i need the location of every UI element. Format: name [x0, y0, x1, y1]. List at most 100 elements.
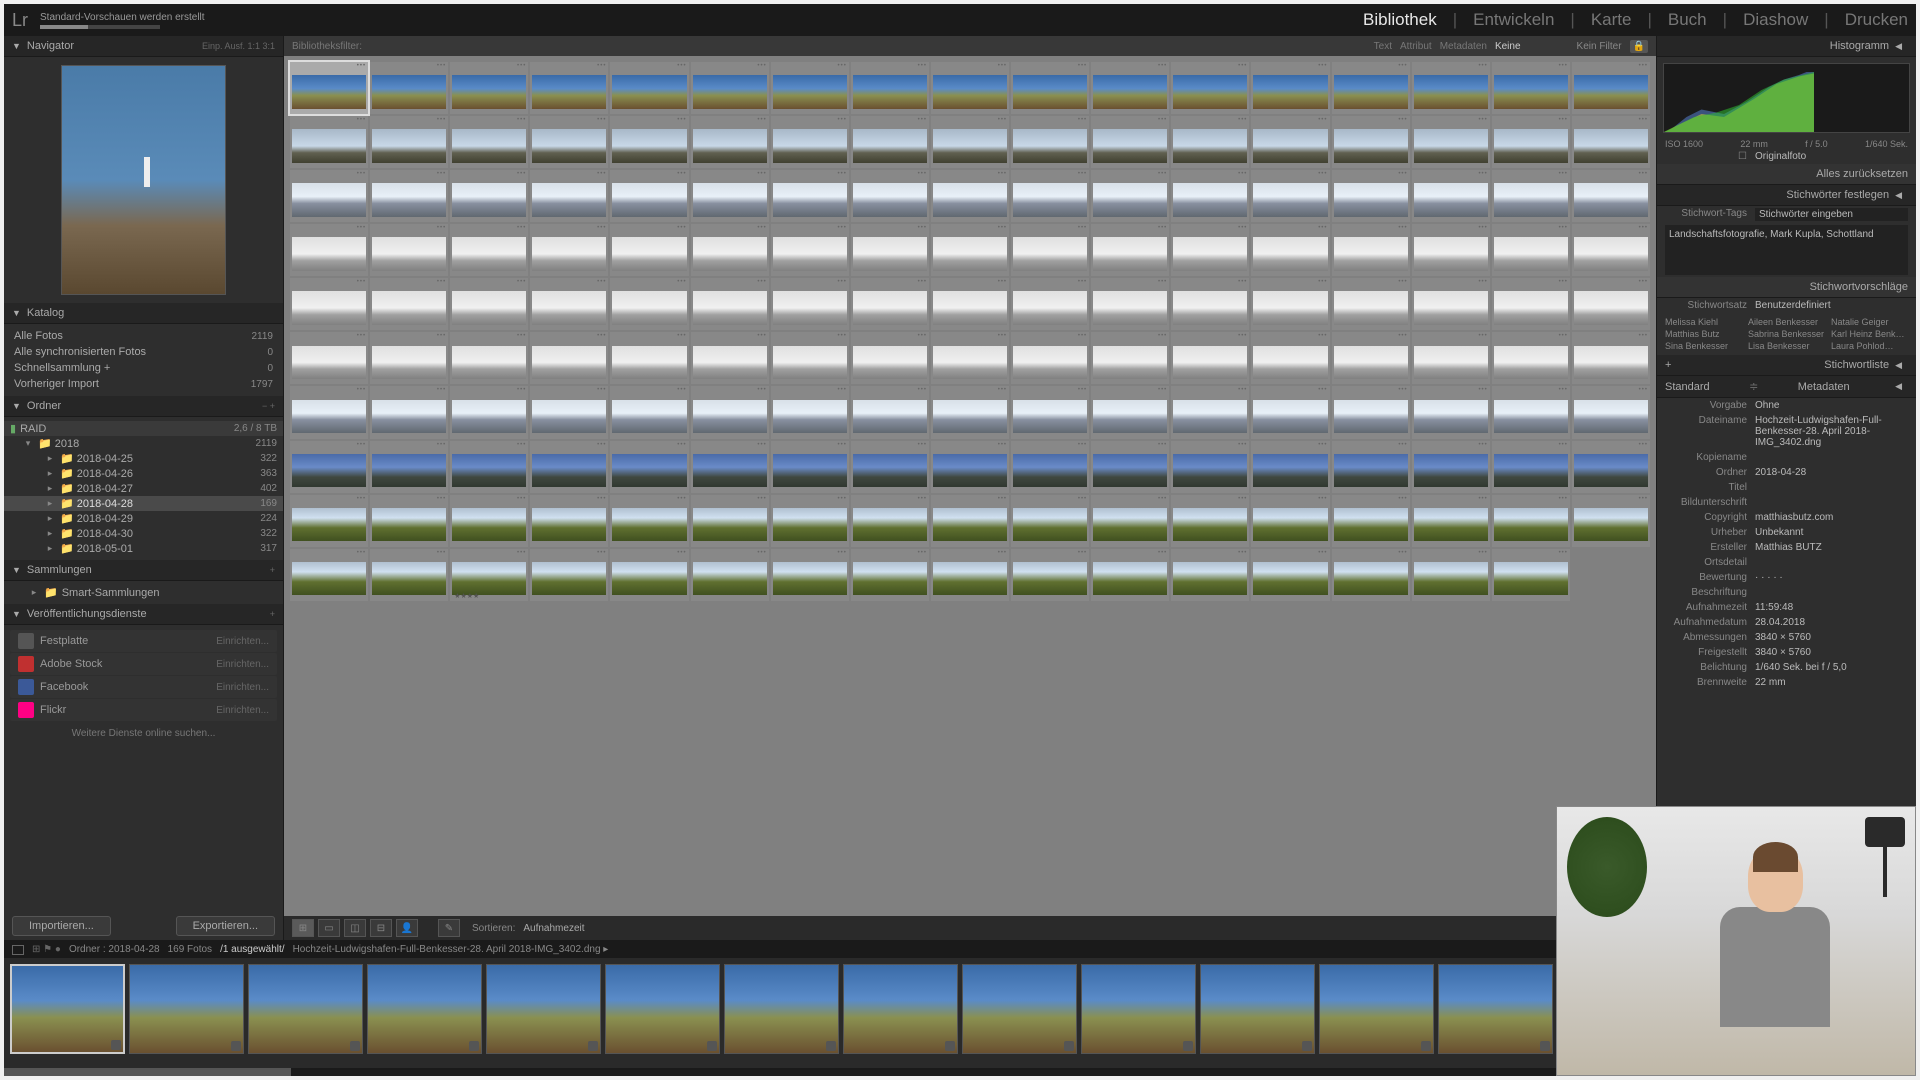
- grid-cell[interactable]: •••: [450, 224, 528, 276]
- meta-Bewertung[interactable]: Bewertung· · · · ·: [1657, 570, 1916, 585]
- grid-cell[interactable]: •••: [851, 495, 929, 547]
- grid-cell[interactable]: •••: [1171, 62, 1249, 114]
- grid-cell[interactable]: •••: [530, 441, 608, 493]
- grid-cell[interactable]: •••: [931, 386, 1009, 438]
- grid-cell[interactable]: •••: [1091, 441, 1169, 493]
- grid-cell[interactable]: •••: [1091, 549, 1169, 601]
- grid-cell[interactable]: •••: [450, 116, 528, 168]
- original-checkbox[interactable]: Originalfoto: [1755, 151, 1908, 162]
- drive-row[interactable]: ▮RAID2,6 / 8 TB: [4, 421, 283, 436]
- grid-cell[interactable]: •••: [610, 170, 688, 222]
- grid-cell[interactable]: •••: [1572, 224, 1650, 276]
- grid-cell[interactable]: •••: [1572, 441, 1650, 493]
- meta-Freigestellt[interactable]: Freigestellt3840 × 5760: [1657, 645, 1916, 660]
- module-slideshow[interactable]: Diashow: [1743, 10, 1808, 30]
- grid-cell[interactable]: •••: [1332, 332, 1410, 384]
- grid-cell[interactable]: •••: [1251, 278, 1329, 330]
- folder-2018-04-29[interactable]: ▸📁 2018-04-29224: [4, 511, 283, 526]
- meta-Ordner[interactable]: Ordner2018-04-28: [1657, 465, 1916, 480]
- filmstrip-cell[interactable]: [486, 964, 601, 1054]
- meta-Aufnahmedatum[interactable]: Aufnahmedatum28.04.2018: [1657, 615, 1916, 630]
- grid-cell[interactable]: •••: [1171, 495, 1249, 547]
- grid-cell[interactable]: •••: [1011, 386, 1089, 438]
- grid-cell[interactable]: •••: [370, 170, 448, 222]
- grid-cell[interactable]: •••: [290, 549, 368, 601]
- grid-cell[interactable]: •••: [1091, 278, 1169, 330]
- grid-cell[interactable]: •••: [1412, 62, 1490, 114]
- module-print[interactable]: Drucken: [1845, 10, 1908, 30]
- grid-cell[interactable]: •••: [931, 278, 1009, 330]
- grid-cell[interactable]: •••: [851, 549, 929, 601]
- grid-cell[interactable]: •••: [931, 170, 1009, 222]
- grid-cell[interactable]: •••: [530, 549, 608, 601]
- grid-cell[interactable]: •••: [1251, 495, 1329, 547]
- meta-Urheber[interactable]: UrheberUnbekannt: [1657, 525, 1916, 540]
- grid-cell[interactable]: •••: [1572, 62, 1650, 114]
- grid-cell[interactable]: •••: [1572, 116, 1650, 168]
- keyword-suggestion[interactable]: Melissa Kiehl: [1665, 317, 1742, 327]
- meta-Bildunterschrift[interactable]: Bildunterschrift: [1657, 495, 1916, 510]
- grid-cell[interactable]: •••: [1332, 441, 1410, 493]
- grid-cell[interactable]: •••: [1251, 62, 1329, 114]
- grid-cell[interactable]: •••: [1091, 386, 1169, 438]
- grid-cell[interactable]: •••: [851, 62, 929, 114]
- grid-cell[interactable]: •••: [1091, 495, 1169, 547]
- collections-header[interactable]: ▼ Sammlungen +: [4, 560, 283, 581]
- grid-cell[interactable]: •••: [1412, 386, 1490, 438]
- grid-cell[interactable]: •••: [530, 224, 608, 276]
- grid-cell[interactable]: •••: [1251, 116, 1329, 168]
- grid-cell[interactable]: •••: [370, 495, 448, 547]
- filmstrip-cell[interactable]: [10, 964, 125, 1054]
- grid-cell[interactable]: •••: [610, 441, 688, 493]
- grid-cell[interactable]: •••: [1011, 116, 1089, 168]
- filter-preset[interactable]: Kein Filter: [1577, 41, 1622, 52]
- grid-cell[interactable]: •••: [931, 495, 1009, 547]
- grid-cell[interactable]: •••: [1171, 116, 1249, 168]
- grid-cell[interactable]: •••: [1572, 170, 1650, 222]
- grid-cell[interactable]: •••: [1492, 224, 1570, 276]
- grid-cell[interactable]: •••: [370, 116, 448, 168]
- grid-cell[interactable]: •••: [691, 441, 769, 493]
- catalog-quick[interactable]: Schnellsammlung +0: [4, 360, 283, 376]
- grid-cell[interactable]: •••: [530, 170, 608, 222]
- keyword-suggestion[interactable]: Lisa Benkesser: [1748, 341, 1825, 351]
- grid-cell[interactable]: •••: [851, 441, 929, 493]
- grid-cell[interactable]: •••: [771, 278, 849, 330]
- grid-cell[interactable]: •••: [851, 278, 929, 330]
- grid-cell[interactable]: •••: [530, 116, 608, 168]
- status-path[interactable]: Ordner : 2018-04-28: [69, 944, 160, 955]
- grid-cell[interactable]: •••: [1492, 495, 1570, 547]
- grid-cell[interactable]: •••: [1492, 441, 1570, 493]
- module-map[interactable]: Karte: [1591, 10, 1632, 30]
- grid-cell[interactable]: •••: [1251, 386, 1329, 438]
- grid-cell[interactable]: •••: [290, 495, 368, 547]
- grid-cell[interactable]: •••: [1572, 278, 1650, 330]
- module-develop[interactable]: Entwickeln: [1473, 10, 1554, 30]
- grid-cell[interactable]: •••: [1091, 170, 1169, 222]
- meta-Aufnahmezeit[interactable]: Aufnahmezeit11:59:48: [1657, 600, 1916, 615]
- grid-cell[interactable]: •••: [1412, 549, 1490, 601]
- grid-cell[interactable]: •••: [1171, 332, 1249, 384]
- grid-cell[interactable]: •••: [1412, 278, 1490, 330]
- grid-cell[interactable]: •••: [1332, 62, 1410, 114]
- meta-Kopiename[interactable]: Kopiename: [1657, 450, 1916, 465]
- grid-cell[interactable]: •••: [610, 386, 688, 438]
- folder-2018-04-27[interactable]: ▸📁 2018-04-27402: [4, 481, 283, 496]
- grid-cell[interactable]: •••: [290, 116, 368, 168]
- import-button[interactable]: Importieren...: [12, 916, 111, 936]
- filmstrip-cell[interactable]: [367, 964, 482, 1054]
- histogram-header[interactable]: Histogramm ◀: [1657, 36, 1916, 57]
- keyword-list-header[interactable]: +Stichwortliste◀: [1657, 355, 1916, 376]
- navigator-modes[interactable]: Einp. Ausf. 1:1 3:1: [202, 41, 275, 51]
- grid-cell[interactable]: •••: [771, 495, 849, 547]
- grid-cell[interactable]: •••: [691, 386, 769, 438]
- view-loupe-icon[interactable]: ▭: [318, 919, 340, 937]
- grid-cell[interactable]: •••: [370, 549, 448, 601]
- export-button[interactable]: Exportieren...: [176, 916, 275, 936]
- grid-cell[interactable]: •••: [851, 386, 929, 438]
- folder-2018-04-28[interactable]: ▸📁 2018-04-28169: [4, 496, 283, 511]
- grid-cell[interactable]: •••: [1332, 224, 1410, 276]
- meta-Ersteller[interactable]: ErstellerMatthias BUTZ: [1657, 540, 1916, 555]
- publish-Adobe Stock[interactable]: Adobe StockEinrichten...: [10, 653, 277, 675]
- grid-cell[interactable]: •••: [1412, 441, 1490, 493]
